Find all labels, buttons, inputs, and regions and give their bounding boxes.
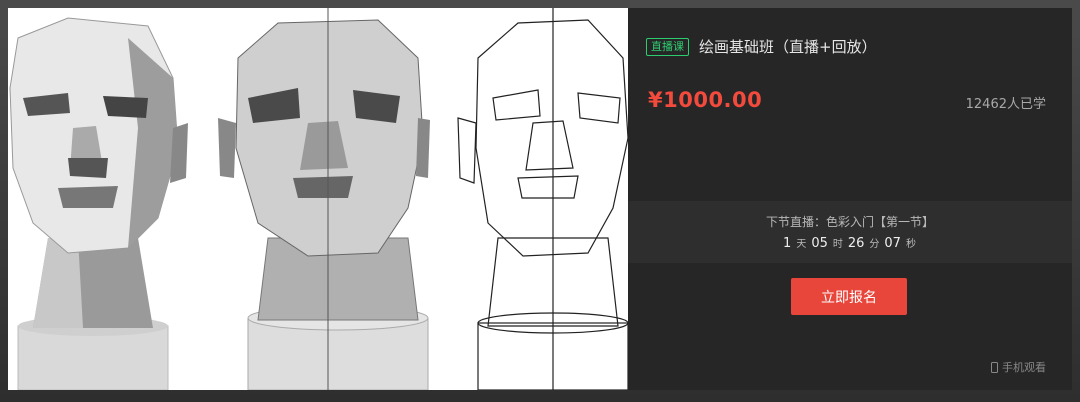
course-header: 直播课 绘画基础班（直播+回放） [646,36,877,57]
next-lesson-box: 下节直播：色彩入门【第一节】 1 天 05 时 26 分 07 秒 [628,201,1072,263]
mobile-watch-link[interactable]: 手机观看 [991,359,1046,375]
shaded-head [9,17,188,390]
gray-head [218,8,430,390]
countdown-minutes: 26 [847,236,865,251]
countdown-days-unit: 天 [796,239,807,250]
countdown-minutes-unit: 分 [869,239,880,250]
enroll-button[interactable]: 立即报名 [791,278,907,315]
course-card: 直播课 绘画基础班（直播+回放） ¥1000.00 12462人已学 下节直播：… [0,0,1080,402]
course-price: ¥1000.00 [648,88,763,112]
mobile-watch-label: 手机观看 [1002,361,1046,374]
course-info-panel: 直播课 绘画基础班（直播+回放） ¥1000.00 12462人已学 下节直播：… [628,8,1072,390]
countdown-days: 1 [783,236,792,251]
countdown-hours-unit: 时 [832,239,843,250]
phone-icon [991,361,998,373]
next-lesson-text: 下节直播：色彩入门【第一节】 [765,215,934,229]
live-course-badge: 直播课 [646,37,689,56]
enrolled-count: 12462人已学 [965,97,1046,112]
line-head [457,8,628,390]
countdown-seconds: 07 [884,236,901,251]
countdown-hours: 05 [811,236,828,251]
countdown-seconds-unit: 秒 [905,239,916,250]
course-title: 绘画基础班（直播+回放） [699,38,877,56]
course-cover-image [8,8,628,390]
plaster-heads-illustration [9,8,628,390]
countdown-timer: 1 天 05 时 26 分 07 秒 [628,235,1072,251]
